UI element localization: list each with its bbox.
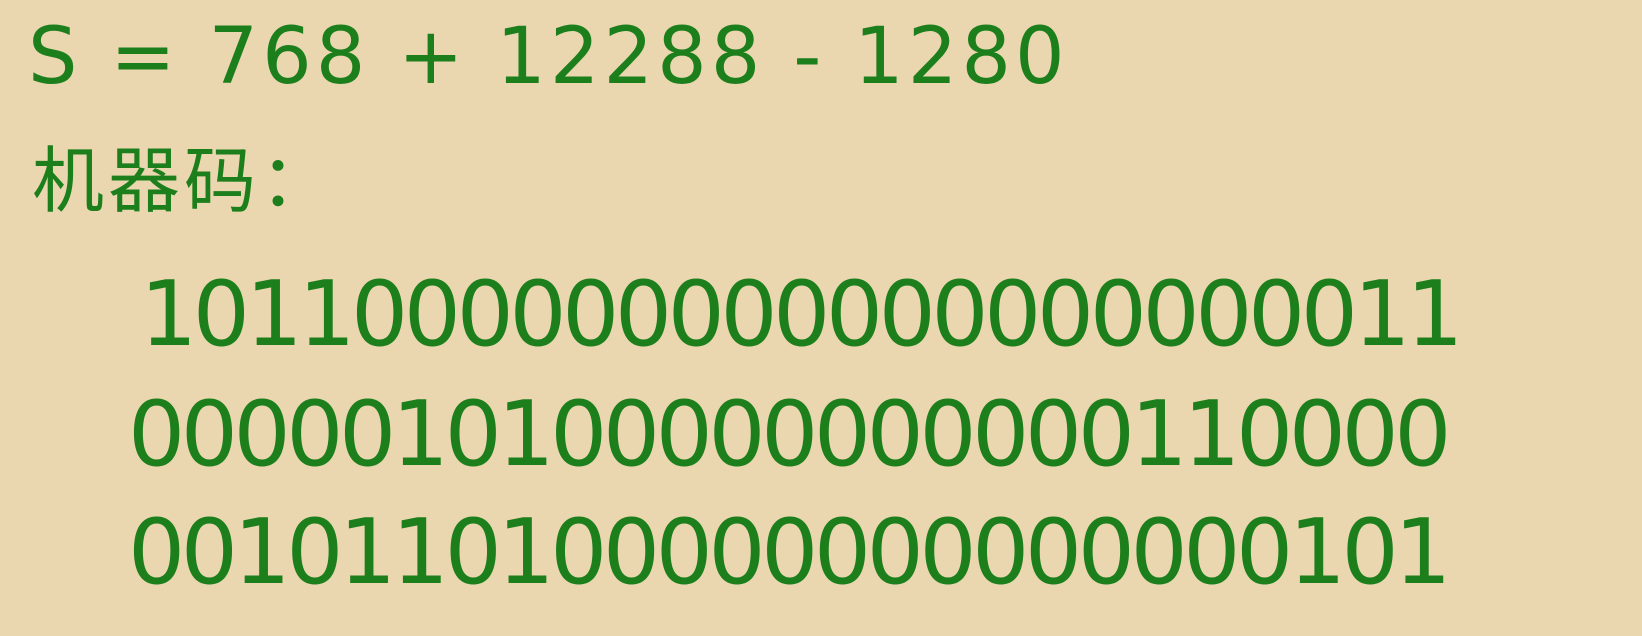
formula-text: S = 768 + 12288 - 1280: [28, 12, 1069, 102]
machine-code-line-1: 1011000000000000000000011: [140, 262, 1464, 367]
slide-canvas: S = 768 + 12288 - 1280 机器码： 101100000000…: [0, 0, 1642, 636]
machine-code-line-3: 0010110100000000000000101: [128, 500, 1452, 605]
machine-code-label: 机器码：: [32, 139, 337, 223]
machine-code-line-2: 0000010100000000000110000: [128, 382, 1452, 487]
